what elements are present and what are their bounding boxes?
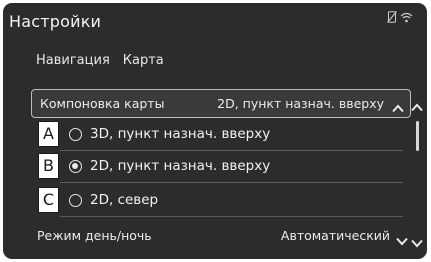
more-content-chevron-icon <box>205 251 219 259</box>
option-label: 2D, пункт назнач. вверху <box>90 158 271 174</box>
divider <box>60 182 403 183</box>
radio-button[interactable] <box>69 128 82 141</box>
wifi-icon <box>400 12 413 23</box>
page-title: Настройки <box>9 12 102 31</box>
phone-off-icon <box>387 11 397 23</box>
callout-label-b: B <box>38 153 59 179</box>
scroll-up-icon[interactable] <box>411 97 423 116</box>
tab-map[interactable]: Карта <box>123 53 164 68</box>
settings-screen: Настройки Навигация Карта Компоновка кар… <box>3 3 427 259</box>
chevron-up-icon <box>392 98 404 117</box>
map-layout-value: 2D, пункт назнач. вверху <box>217 96 384 111</box>
map-layout-label: Компоновка карты <box>40 96 165 111</box>
status-bar <box>387 11 413 23</box>
layout-option-2d-north[interactable]: C 2D, север <box>38 187 413 217</box>
tab-navigation[interactable]: Навигация <box>36 53 110 68</box>
divider <box>60 216 403 217</box>
chevron-down-icon <box>396 231 408 250</box>
option-label: 2D, север <box>90 192 159 208</box>
settings-tabs: Навигация Карта <box>36 53 164 68</box>
layout-option-2d-dest-up[interactable]: B 2D, пункт назнач. вверху <box>38 153 413 183</box>
radio-button[interactable] <box>69 194 82 207</box>
layout-option-3d-dest-up[interactable]: A 3D, пункт назнач. вверху <box>38 121 413 151</box>
option-label: 3D, пункт назнач. вверху <box>90 126 271 142</box>
divider <box>60 150 403 151</box>
day-night-value: Автоматический <box>280 228 390 243</box>
callout-label-a: A <box>38 121 59 147</box>
map-layout-dropdown[interactable]: Компоновка карты 2D, пункт назнач. вверх… <box>31 89 411 118</box>
scroll-down-icon[interactable] <box>411 233 423 252</box>
day-night-label: Режим день/ночь <box>37 228 152 243</box>
day-night-mode-dropdown[interactable]: Режим день/ночь Автоматический <box>37 225 412 249</box>
callout-label-c: C <box>38 187 59 213</box>
radio-button-selected[interactable] <box>69 160 82 173</box>
scrollbar-thumb[interactable] <box>416 121 419 151</box>
